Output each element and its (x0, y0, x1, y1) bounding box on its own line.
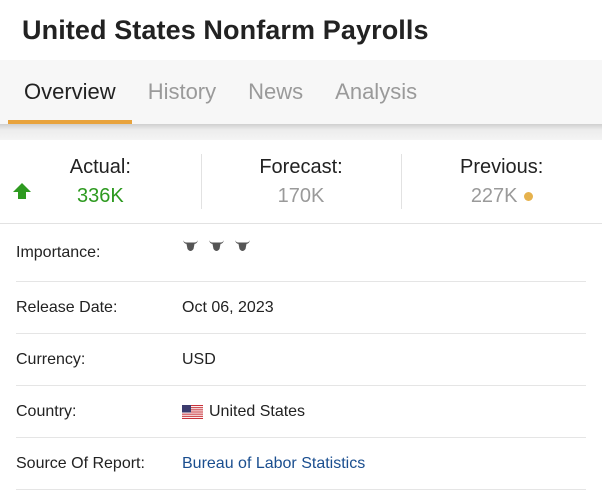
bull-icon (183, 239, 198, 251)
bull-icon (235, 239, 250, 251)
importance-rating (182, 239, 251, 253)
importance-label: Importance: (16, 243, 101, 261)
stats-panel: Actual: 336K Forecast: 170K Previous: 22… (0, 140, 602, 224)
stat-actual: Actual: 336K (0, 140, 201, 223)
country-value-wrap: United States (182, 403, 305, 421)
detail-row-currency: Currency: USD (16, 334, 586, 386)
currency-value: USD (182, 350, 216, 368)
tab-bar: Overview History News Analysis (0, 60, 602, 124)
currency-label: Currency: (16, 350, 86, 368)
us-flag-icon (182, 404, 203, 419)
event-details: Importance: Release Date: Oct 06, 2023 C… (0, 224, 602, 490)
stat-previous-value: 227K (470, 184, 518, 207)
title-bar: United States Nonfarm Payrolls (0, 0, 602, 60)
section-divider (0, 124, 602, 140)
stat-previous: Previous: 227K (401, 140, 602, 223)
detail-row-source: Source Of Report: Bureau of Labor Statis… (16, 438, 586, 490)
stat-forecast-value: 170K (277, 184, 325, 207)
tab-analysis[interactable]: Analysis (319, 60, 433, 124)
tab-news[interactable]: News (232, 60, 319, 124)
page-title: United States Nonfarm Payrolls (22, 14, 429, 45)
source-value-wrap: Bureau of Labor Statistics (182, 455, 365, 473)
detail-row-importance: Importance: (16, 224, 586, 282)
stat-forecast-label: Forecast: (259, 155, 343, 178)
detail-row-release-date: Release Date: Oct 06, 2023 (16, 282, 586, 334)
tab-overview[interactable]: Overview (8, 60, 132, 124)
release-date-label: Release Date: (16, 298, 118, 316)
stat-forecast: Forecast: 170K (200, 140, 402, 223)
status-dot-icon (523, 191, 533, 201)
stat-actual-value: 336K (76, 184, 124, 207)
tab-history[interactable]: History (132, 60, 232, 124)
stat-previous-value-wrap: 227K (471, 185, 533, 208)
detail-row-country: Country: United States (16, 386, 586, 438)
source-link[interactable]: Bureau of Labor Statistics (182, 455, 365, 473)
country-label: Country: (16, 402, 77, 420)
release-date-value: Oct 06, 2023 (182, 298, 274, 316)
stat-previous-label: Previous: (459, 155, 544, 178)
country-value: United States (209, 402, 306, 420)
stat-actual-label: Actual: (69, 155, 131, 178)
source-label: Source Of Report: (16, 454, 145, 472)
bull-icon (209, 239, 224, 251)
